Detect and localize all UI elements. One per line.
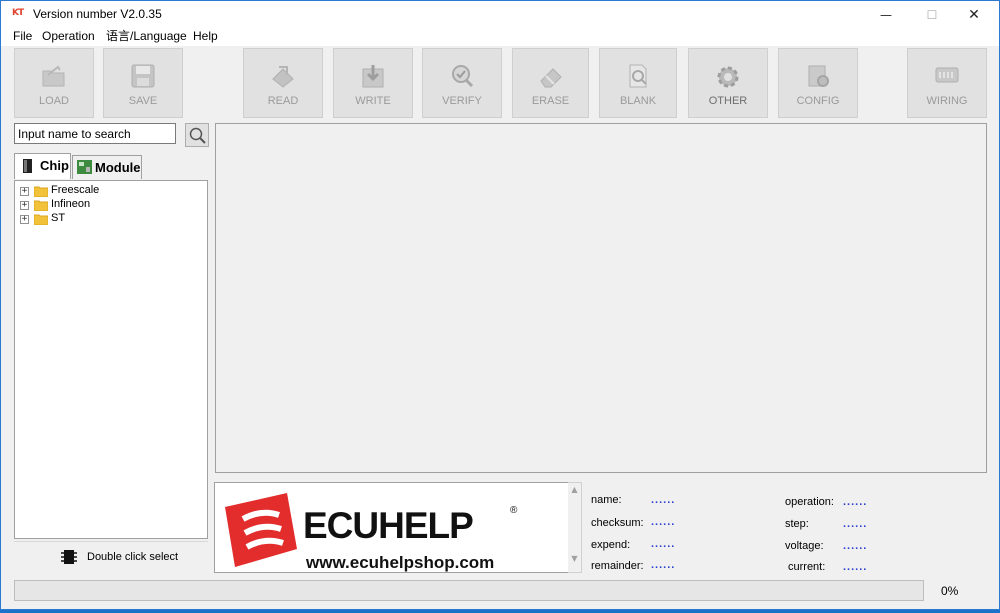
name-label: name: [591, 494, 622, 506]
blank-check-icon [629, 64, 647, 88]
erase-label: ERASE [531, 95, 570, 107]
write-arrow-icon [362, 65, 384, 88]
expend-value: ...... [651, 538, 676, 550]
main-work-area [215, 123, 987, 473]
expand-icon[interactable]: + [20, 215, 29, 224]
module-board-icon [77, 160, 92, 174]
folder-open-icon [42, 65, 65, 87]
expend-label: expend: [591, 539, 631, 551]
read-button[interactable]: READ [243, 48, 323, 118]
step-value: ...... [843, 518, 868, 530]
verify-magnifier-icon [452, 65, 474, 88]
tab-module[interactable]: Module [72, 155, 142, 179]
operation-label: operation: [785, 496, 834, 508]
folder-icon [34, 186, 48, 197]
blank-button[interactable]: BLANK [599, 48, 677, 118]
erase-button[interactable]: ERASE [512, 48, 589, 118]
registered-mark: ® [510, 505, 518, 516]
title-bar: KT Version number V2.0.35 — ☐ ✕ [1, 1, 999, 29]
expand-icon[interactable]: + [20, 187, 29, 196]
brand-url: www.ecuhelpshop.com [306, 553, 495, 572]
tab-module-label: Module [95, 160, 141, 175]
menu-operation[interactable]: Operation [42, 29, 95, 43]
menu-help[interactable]: Help [193, 29, 218, 43]
double-click-select-button[interactable]: Double click select [14, 541, 208, 571]
menu-language[interactable]: 语言/Language [106, 29, 187, 43]
voltage-label: voltage: [785, 540, 824, 552]
scroll-up-icon[interactable]: ▲ [568, 485, 581, 494]
search-button[interactable] [185, 123, 209, 147]
folder-icon [34, 200, 48, 211]
name-value: ...... [651, 494, 676, 506]
other-label: OTHER [708, 95, 748, 107]
window-title: Version number V2.0.35 [33, 7, 162, 21]
brand-panel-scrollbar[interactable]: ▲ ▼ [568, 482, 582, 573]
voltage-value: ...... [843, 540, 868, 552]
tab-chip[interactable]: Chip [14, 153, 71, 179]
config-button[interactable]: CONFIG [778, 48, 858, 118]
save-button[interactable]: SAVE [103, 48, 183, 118]
tab-chip-label: Chip [40, 158, 69, 173]
chip-icon [23, 159, 32, 173]
maximize-button[interactable]: ☐ [909, 1, 955, 29]
remainder-label: remainder: [591, 560, 644, 572]
app-window: KT Version number V2.0.35 — ☐ ✕ File Ope… [0, 0, 1000, 610]
scroll-down-icon[interactable]: ▼ [568, 554, 581, 563]
folder-icon [34, 214, 48, 225]
save-label: SAVE [128, 95, 158, 107]
current-value: ...... [843, 561, 868, 573]
chip-tree: + Freescale + Infineon + ST [14, 180, 208, 539]
app-logo-icon: KT [12, 8, 24, 18]
double-click-select-label: Double click select [87, 551, 179, 563]
wiring-connector-icon [935, 67, 959, 83]
read-label: READ [267, 95, 299, 107]
other-button[interactable]: OTHER [688, 48, 768, 118]
verify-label: VERIFY [442, 95, 482, 107]
load-button[interactable]: LOAD [14, 48, 94, 118]
eraser-icon [539, 68, 562, 88]
brand-panel: ECUHELP ® www.ecuhelpshop.com [214, 482, 569, 573]
config-label: CONFIG [796, 95, 840, 107]
chip-icon [61, 550, 77, 564]
current-label: current: [788, 561, 826, 573]
remainder-value: ...... [651, 559, 676, 571]
read-chip-icon [272, 66, 294, 88]
operation-value: ...... [843, 496, 868, 508]
gear-icon [717, 66, 739, 88]
menu-file[interactable]: File [13, 29, 32, 43]
checksum-value: ...... [651, 516, 676, 528]
floppy-disk-icon [131, 64, 155, 88]
progress-percent: 0% [941, 584, 959, 598]
write-button[interactable]: WRITE [333, 48, 413, 118]
config-icon [808, 65, 829, 87]
progress-bar [14, 580, 924, 601]
tree-node-label: Freescale [51, 184, 100, 196]
wiring-button[interactable]: WIRING [907, 48, 987, 118]
search-input[interactable] [14, 123, 176, 144]
menu-bar: File Operation 语言/Language Help [1, 29, 999, 46]
verify-button[interactable]: VERIFY [422, 48, 502, 118]
checksum-label: checksum: [591, 517, 644, 529]
step-label: step: [785, 518, 809, 530]
close-button[interactable]: ✕ [951, 1, 997, 29]
write-label: WRITE [355, 95, 391, 107]
search-icon [189, 127, 206, 144]
blank-label: BLANK [619, 95, 657, 107]
tree-node-label: ST [51, 212, 66, 224]
load-label: LOAD [39, 95, 69, 107]
ecuhelp-logo-icon [225, 493, 297, 567]
expand-icon[interactable]: + [20, 201, 29, 210]
minimize-button[interactable]: — [863, 1, 909, 29]
tree-node-label: Infineon [51, 198, 91, 210]
brand-name: ECUHELP [303, 505, 474, 546]
wiring-label: WIRING [926, 95, 968, 107]
